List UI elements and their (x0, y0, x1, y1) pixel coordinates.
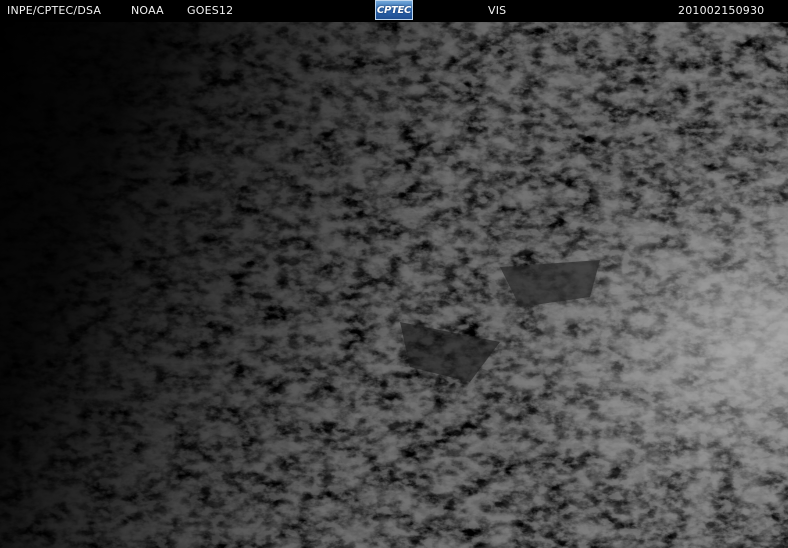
cptec-logo-text: CPTEC (376, 4, 412, 16)
provider-label: NOAA (131, 4, 164, 17)
satellite-image (0, 22, 788, 548)
cptec-logo: CPTEC (375, 0, 413, 20)
agency-label: INPE/CPTEC/DSA (7, 4, 102, 17)
satellite-image-svg (0, 22, 788, 548)
image-header: INPE/CPTEC/DSA NOAA GOES12 CPTEC VIS 201… (0, 0, 788, 22)
channel-label: VIS (488, 4, 507, 17)
night-terminator (0, 22, 788, 548)
timestamp-label: 201002150930 (678, 4, 765, 17)
satellite-label: GOES12 (187, 4, 234, 17)
